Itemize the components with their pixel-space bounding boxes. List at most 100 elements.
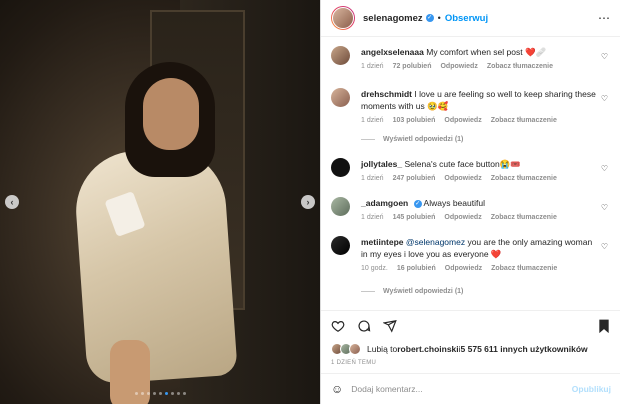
comment-username[interactable]: jollytales_ [361,159,402,169]
more-horizontal-icon[interactable]: ⋯ [598,11,611,25]
avatar[interactable] [331,158,350,177]
view-replies-button[interactable]: Wyświetl odpowiedzi (1) [361,288,463,295]
follow-button[interactable]: Obserwuj [445,13,488,24]
comment-likes[interactable]: 16 polubień [397,265,436,272]
heart-icon[interactable]: ♡ [601,242,608,251]
send-icon[interactable] [383,319,397,333]
comment-time[interactable]: 1 dzień [361,175,384,182]
carousel-dot [164,392,168,395]
avatar[interactable] [331,197,350,216]
liker-avatars [331,343,361,355]
reply-button[interactable]: Odpowiedz [444,117,481,124]
post-header: selenagomez ✓ • Obserwuj ⋯ [321,0,620,37]
comment-content: Always beautiful [423,198,485,208]
translate-button[interactable]: Zobacz tłumaczenie [487,63,553,70]
avatar [349,343,361,355]
reply-button[interactable]: Odpowiedz [445,265,482,272]
verified-icon: ✓ [425,14,434,22]
reply-button[interactable]: Odpowiedz [444,175,481,182]
likes-count[interactable]: 5 575 611 innych użytkowników [461,344,588,354]
heart-icon[interactable]: ♡ [601,52,608,61]
translate-button[interactable]: Zobacz tłumaczenie [491,265,557,272]
avatar[interactable] [331,88,350,107]
heart-icon[interactable] [331,319,345,333]
likes-prefix: Lubią to [367,344,398,354]
comment-mention[interactable]: @selenagomez [406,237,465,247]
post-side-panel: selenagomez ✓ • Obserwuj ⋯ angelxselenaa… [320,0,620,404]
comment-text: metiintepe @selenagomez you are the only… [361,236,601,260]
comment-item: _adamgoen ✓ Always beautiful 1 dzień 145… [331,197,616,221]
translate-button[interactable]: Zobacz tłumaczenie [491,117,557,124]
comment-content: Selena's cute face button😭🎟️ [404,159,521,169]
comment-time[interactable]: 1 dzień [361,214,384,221]
comment-time[interactable]: 1 dzień [361,117,384,124]
comment-text: angelxselenaaa My comfort when sel post … [361,46,601,58]
comment-meta: 1 dzień 145 polubień Odpowiedz Zobacz tł… [361,214,601,221]
replies-label[interactable]: Wyświetl odpowiedzi (1) [383,288,463,295]
carousel-dot [152,392,156,395]
comment-username[interactable]: angelxselenaaa [361,47,424,57]
post-actions [321,310,620,344]
post-timestamp[interactable]: 1 DZIEŃ TEMU [331,360,376,366]
instagram-post-modal: ‹ › selenagomez ✓ • Obserwuj ⋯ angelxsel… [0,0,620,404]
post-photo[interactable]: ‹ › [0,0,320,404]
publish-button[interactable]: Opublikuj [572,384,611,394]
comment-time[interactable]: 1 dzień [361,63,384,70]
carousel-dot [146,392,150,395]
comment-username[interactable]: _adamgoen [361,198,408,208]
carousel-dot [140,392,144,395]
comment-text: jollytales_ Selena's cute face button😭🎟️ [361,158,601,170]
comment-item: jollytales_ Selena's cute face button😭🎟️… [331,158,616,182]
comment-input[interactable] [351,384,572,394]
carousel-dots [0,392,320,395]
comment-meta: 1 dzień 103 polubień Odpowiedz Zobacz tł… [361,117,601,124]
add-comment-bar: ☺ Opublikuj [321,373,620,404]
likes-summary: Lubią to robert.choinski i 5 575 611 inn… [331,343,588,355]
comment-likes[interactable]: 72 polubień [393,63,432,70]
view-replies-button[interactable]: Wyświetl odpowiedzi (1) [361,136,463,143]
heart-icon[interactable]: ♡ [601,94,608,103]
replies-label[interactable]: Wyświetl odpowiedzi (1) [383,136,463,143]
liker-username[interactable]: robert.choinski [397,344,458,354]
verified-icon: ✓ [413,199,422,208]
heart-icon[interactable]: ♡ [601,203,608,212]
comment-likes[interactable]: 103 polubień [393,117,436,124]
comment-icon[interactable] [357,319,371,333]
avatar[interactable] [331,236,350,255]
reply-button[interactable]: Odpowiedz [440,63,477,70]
comment-item: metiintepe @selenagomez you are the only… [331,236,616,272]
story-ring[interactable] [331,6,355,30]
comment-username[interactable]: drehschmidt [361,89,412,99]
comment-meta: 1 dzień 247 polubień Odpowiedz Zobacz tł… [361,175,601,182]
chevron-left-icon[interactable]: ‹ [5,195,19,209]
smile-icon[interactable]: ☺ [331,382,343,396]
avatar[interactable] [332,7,354,29]
comment-item: drehschmidt I love u are feeling so well… [331,88,616,124]
translate-button[interactable]: Zobacz tłumaczenie [491,214,557,221]
reply-button[interactable]: Odpowiedz [444,214,481,221]
comment-username[interactable]: metiintepe [361,237,404,247]
photo-robe [72,145,238,385]
replies-divider [361,291,375,292]
bookmark-icon[interactable] [597,319,611,333]
post-username[interactable]: selenagomez [363,13,423,24]
avatar[interactable] [331,46,350,65]
comments-list: angelxselenaaa My comfort when sel post … [321,37,620,307]
photo-face [143,78,199,150]
comment-likes[interactable]: 145 polubień [393,214,436,221]
comment-text: drehschmidt I love u are feeling so well… [361,88,601,112]
replies-divider [361,139,375,140]
chevron-right-icon[interactable]: › [301,195,315,209]
translate-button[interactable]: Zobacz tłumaczenie [491,175,557,182]
comment-item: angelxselenaaa My comfort when sel post … [331,46,616,70]
comment-time[interactable]: 10 godz. [361,265,388,272]
carousel-dot [182,392,186,395]
carousel-dot [170,392,174,395]
heart-icon[interactable]: ♡ [601,164,608,173]
comment-likes[interactable]: 247 polubień [393,175,436,182]
carousel-dot [158,392,162,395]
comment-meta: 10 godz. 16 polubień Odpowiedz Zobacz tł… [361,265,601,272]
comment-content: My comfort when sel post ❤️🩹 [426,47,547,57]
carousel-dot [134,392,138,395]
comment-meta: 1 dzień 72 polubień Odpowiedz Zobacz tłu… [361,63,601,70]
